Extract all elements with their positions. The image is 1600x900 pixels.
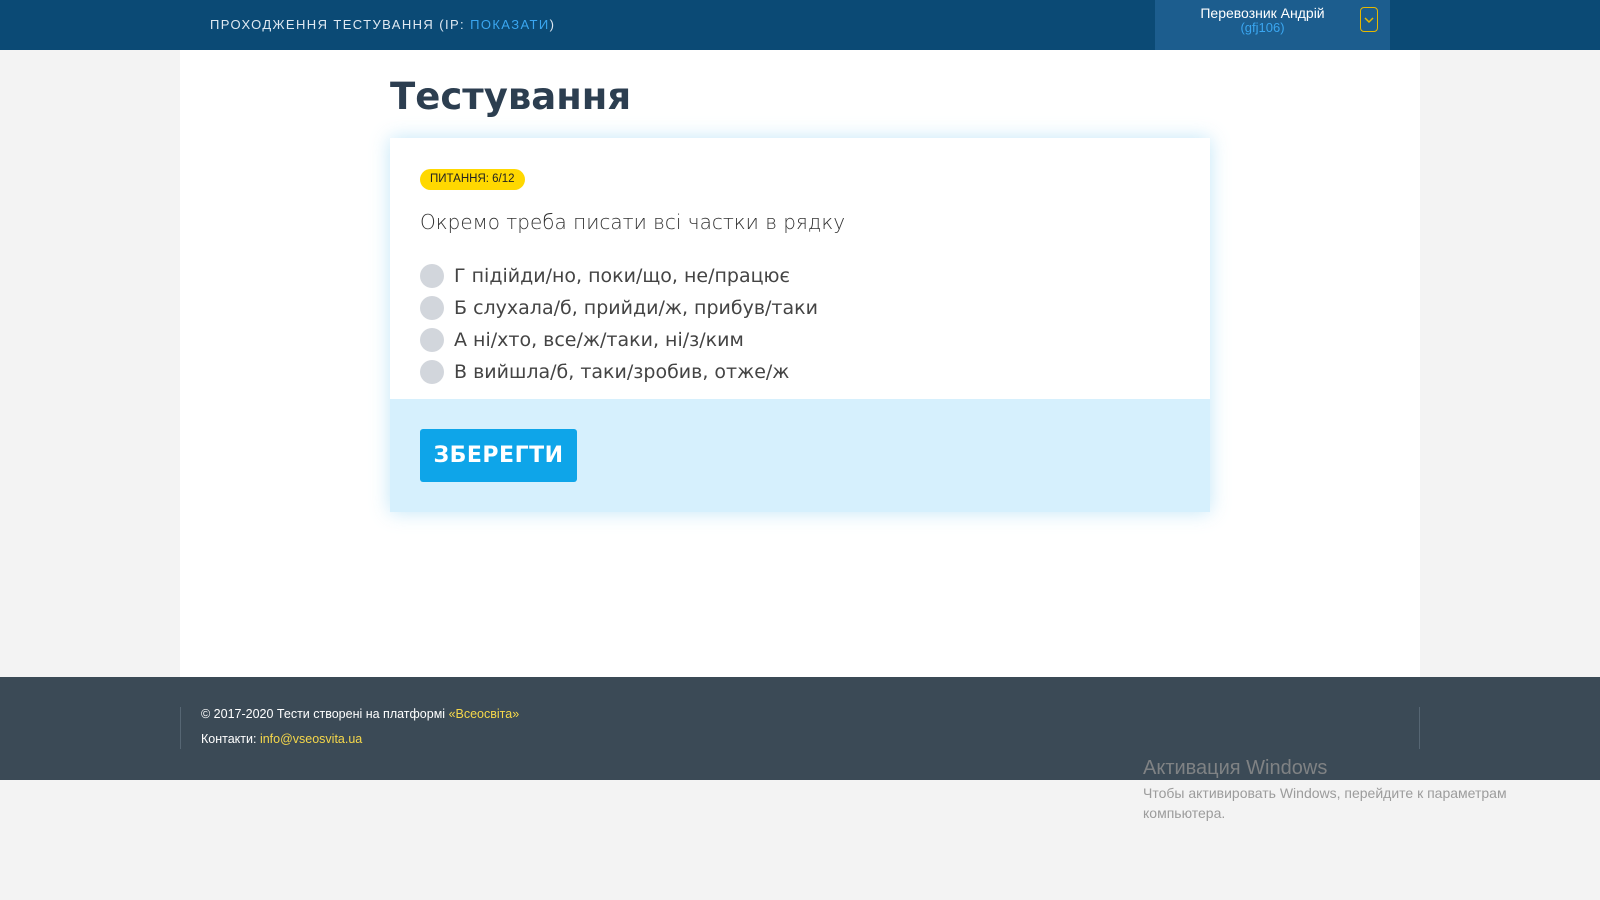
radio-button[interactable] <box>420 296 444 320</box>
platform-link[interactable]: «Всеосвіта» <box>449 707 520 721</box>
header-title: ПРОХОДЖЕННЯ ТЕСТУВАННЯ (IP: ПОКАЗАТИ) <box>210 17 555 32</box>
contacts-label: Контакти: <box>201 732 260 746</box>
top-bar: ПРОХОДЖЕННЯ ТЕСТУВАННЯ (IP: ПОКАЗАТИ) Пе… <box>0 0 1600 50</box>
radio-button[interactable] <box>420 264 444 288</box>
radio-button[interactable] <box>420 328 444 352</box>
answer-option-label[interactable]: А ні/хто, все/ж/таки, ні/з/ким <box>454 329 744 351</box>
question-counter-badge: ПИТАННЯ: 6/12 <box>420 169 525 190</box>
chevron-down-icon[interactable] <box>1360 7 1378 32</box>
answer-option[interactable]: В вийшла/б, таки/зробив, отже/ж <box>420 356 818 388</box>
question-card: ПИТАННЯ: 6/12 Окремо треба писати всі ча… <box>390 138 1210 512</box>
card-actions: ЗБЕРЕГТИ <box>390 399 1210 512</box>
answer-option[interactable]: Б слухала/б, прийди/ж, прибув/таки <box>420 292 818 324</box>
show-ip-link[interactable]: ПОКАЗАТИ <box>470 17 550 32</box>
footer-contacts: Контакти: info@vseosvita.ua <box>201 732 362 746</box>
answer-option-label[interactable]: Г підійди/но, поки/що, не/працює <box>454 265 790 287</box>
footer-divider <box>180 707 181 749</box>
answer-option[interactable]: А ні/хто, все/ж/таки, ні/з/ким <box>420 324 818 356</box>
header-title-suffix: ) <box>549 17 556 32</box>
footer-copyright: © 2017-2020 Тести створені на платформі … <box>201 707 519 721</box>
radio-button[interactable] <box>420 360 444 384</box>
question-text: Окремо треба писати всі частки в рядку <box>420 210 846 234</box>
email-link[interactable]: info@vseosvita.ua <box>260 732 362 746</box>
save-button[interactable]: ЗБЕРЕГТИ <box>420 429 577 482</box>
user-menu[interactable]: Перевозник Андрій (gfj106) <box>1155 0 1390 50</box>
footer-divider <box>1419 707 1420 749</box>
header-title-prefix: ПРОХОДЖЕННЯ ТЕСТУВАННЯ (IP: <box>210 17 471 32</box>
answer-options: Г підійди/но, поки/що, не/працює Б слуха… <box>420 260 818 388</box>
answer-option[interactable]: Г підійди/но, поки/що, не/працює <box>420 260 818 292</box>
copyright-text: © 2017-2020 Тести створені на платформі <box>201 707 449 721</box>
user-name: Перевозник Андрій <box>1200 5 1325 21</box>
answer-option-label[interactable]: Б слухала/б, прийди/ж, прибув/таки <box>454 297 818 319</box>
watermark-title: Активация Windows <box>1143 757 1328 779</box>
user-login: (gfj106) <box>1240 20 1285 35</box>
page-title: Тестування <box>390 75 632 118</box>
answer-option-label[interactable]: В вийшла/б, таки/зробив, отже/ж <box>454 361 789 383</box>
windows-activation-watermark: Активация Windows Чтобы активировать Win… <box>1143 757 1507 823</box>
watermark-line: компьютера. <box>1143 805 1226 821</box>
watermark-text: Чтобы активировать Windows, перейдите к … <box>1143 783 1507 823</box>
watermark-line: Чтобы активировать Windows, перейдите к … <box>1143 785 1507 801</box>
